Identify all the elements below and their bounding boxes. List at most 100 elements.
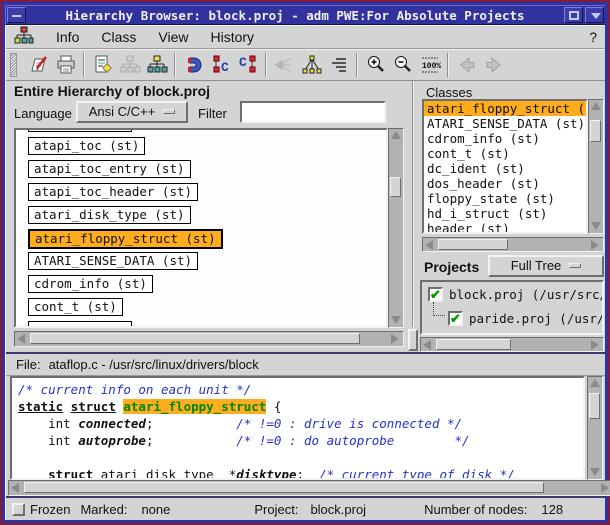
- class-list-item[interactable]: hd_i_struct (st): [424, 206, 586, 221]
- title-bar[interactable]: Hierarchy Browser: block.proj - adm PWE:…: [5, 5, 605, 25]
- scroll-up-icon[interactable]: [588, 377, 602, 390]
- scroll-down-icon[interactable]: [588, 466, 602, 479]
- print-button[interactable]: [52, 52, 79, 78]
- subclasses-button[interactable]: C: [234, 52, 261, 78]
- scroll-right-icon[interactable]: [389, 332, 403, 345]
- class-list-item[interactable]: dc_ident (st): [424, 161, 586, 176]
- bottom-scroll-row: [6, 480, 605, 496]
- option-menu-indicator-icon: [163, 109, 175, 114]
- expand-tree-icon: [301, 54, 323, 76]
- hierarchy-node[interactable]: cont_t (st): [28, 298, 123, 316]
- menu-bar: Info Class View History ?: [6, 26, 605, 49]
- project-label: Project:: [254, 502, 298, 517]
- zoom-in-button[interactable]: [362, 52, 389, 78]
- code-vertical-scrollbar[interactable]: [587, 376, 603, 480]
- code-horizontal-scrollbar[interactable]: [8, 480, 610, 496]
- scroll-down-icon[interactable]: [589, 220, 603, 233]
- work-area: Entire Hierarchy of block.proj Language …: [6, 81, 605, 352]
- hierarchy-node[interactable]: atapi_toc_entry (st): [28, 160, 191, 178]
- class-list-item[interactable]: header (st): [424, 221, 586, 234]
- document-properties-button[interactable]: [89, 52, 116, 78]
- classes-panel-title: Classes: [426, 85, 472, 100]
- scroll-left-icon[interactable]: [423, 238, 437, 251]
- align-lines-button[interactable]: [325, 52, 352, 78]
- class-list-item[interactable]: atari_floppy_struct (st: [424, 101, 586, 116]
- panel-divider: [412, 81, 414, 327]
- scrollbar-thumb[interactable]: [390, 177, 401, 197]
- hierarchy-node[interactable]: atari_disk_type (st): [28, 206, 191, 224]
- minimize-icon: [12, 15, 21, 17]
- zoom-in-icon: [365, 54, 387, 76]
- window-maximize-button[interactable]: [564, 7, 583, 23]
- menu-history[interactable]: History: [210, 29, 254, 45]
- hierarchy-canvas[interactable]: atapi_toc (st) atapi_toc_entry (st) atapi_…: [14, 128, 388, 328]
- toolbar-separator: [356, 53, 358, 77]
- edit-document-button[interactable]: [25, 52, 52, 78]
- language-dropdown[interactable]: Ansi C/C++: [76, 101, 188, 123]
- zoom-out-button[interactable]: [389, 52, 416, 78]
- filter-input[interactable]: [240, 101, 386, 123]
- scroll-right-icon[interactable]: [589, 238, 603, 251]
- class-list-item[interactable]: cdrom_info (st): [424, 131, 586, 146]
- scrollbar-thumb[interactable]: [590, 120, 601, 142]
- code-view[interactable]: /* current info on each unit */static st…: [10, 376, 585, 480]
- hierarchy-node[interactable]: atapi_toc (st): [28, 137, 145, 155]
- scroll-left-icon[interactable]: [421, 338, 435, 351]
- align-lines-icon: [328, 54, 350, 76]
- menu-help[interactable]: ?: [589, 29, 597, 45]
- scroll-right-icon[interactable]: [589, 338, 603, 351]
- hierarchy-node[interactable]: atari_floppy_struct (st): [28, 229, 223, 249]
- scroll-up-icon[interactable]: [589, 100, 603, 113]
- scrollbar-thumb[interactable]: [436, 339, 511, 350]
- hierarchy-full-button[interactable]: [143, 52, 170, 78]
- project-checkbox[interactable]: ✔: [448, 311, 463, 326]
- projects-horizontal-scrollbar[interactable]: [420, 337, 604, 352]
- menu-info[interactable]: Info: [56, 29, 79, 45]
- project-tree-item[interactable]: ✔paride.proj (/usr/src: [448, 309, 604, 329]
- project-tree-item[interactable]: ✔block.proj (/usr/src/lin: [428, 285, 604, 305]
- class-list-item[interactable]: dos_header (st): [424, 176, 586, 191]
- magnet-button[interactable]: [180, 52, 207, 78]
- superclasses-button[interactable]: C: [207, 52, 234, 78]
- app-body: Info Class View History ? CC 100% Entire …: [5, 25, 605, 520]
- window-minimize-button[interactable]: [7, 7, 26, 23]
- scrollbar-thumb[interactable]: [589, 393, 600, 419]
- scroll-right-icon[interactable]: [599, 481, 610, 494]
- hierarchy-node[interactable]: ATARI_SENSE_DATA (st): [28, 252, 198, 270]
- scroll-down-icon[interactable]: [389, 314, 403, 327]
- classes-horizontal-scrollbar[interactable]: [422, 237, 604, 252]
- history-back-icon: [456, 54, 478, 76]
- window-shade-button[interactable]: [585, 7, 604, 23]
- splitter-sash-handle[interactable]: [408, 329, 418, 351]
- menu-view[interactable]: View: [158, 29, 188, 45]
- expand-tree-button[interactable]: [298, 52, 325, 78]
- menu-class[interactable]: Class: [101, 29, 136, 45]
- project-checkbox[interactable]: ✔: [428, 287, 443, 302]
- classes-list[interactable]: atari_floppy_struct (stATARI_SENSE_DATA …: [422, 99, 588, 234]
- hierarchy-vertical-scrollbar[interactable]: [388, 128, 404, 328]
- scrollbar-thumb[interactable]: [438, 239, 508, 250]
- class-list-item[interactable]: floppy_state (st): [424, 191, 586, 206]
- scrollbar-thumb[interactable]: [24, 482, 544, 493]
- scroll-left-icon[interactable]: [9, 481, 23, 494]
- hierarchy-node[interactable]: cdrom_info (st): [28, 275, 153, 293]
- class-list-item[interactable]: ATARI_SENSE_DATA (st): [424, 116, 586, 131]
- hierarchy-node[interactable]: [28, 128, 132, 132]
- hierarchy-horizontal-scrollbar[interactable]: [14, 331, 404, 347]
- scroll-up-icon[interactable]: [389, 129, 403, 142]
- frozen-label: Frozen: [30, 502, 70, 517]
- hierarchy-node[interactable]: [28, 321, 132, 328]
- scroll-left-icon[interactable]: [15, 332, 29, 345]
- projects-view-dropdown[interactable]: Full Tree: [488, 255, 604, 277]
- hierarchy-node[interactable]: atapi_toc_header (st): [28, 183, 198, 201]
- code-line: int connected; /* !=0 : drive is connect…: [18, 415, 577, 432]
- scrollbar-thumb[interactable]: [30, 333, 360, 344]
- frozen-checkbox[interactable]: [12, 503, 25, 516]
- shade-icon: [591, 13, 601, 19]
- classes-vertical-scrollbar[interactable]: [588, 99, 604, 234]
- toolbar-grip-handle[interactable]: [10, 53, 17, 77]
- zoom-100-button[interactable]: 100%: [416, 52, 443, 78]
- svg-text:C: C: [239, 55, 247, 70]
- class-list-item[interactable]: cont_t (st): [424, 146, 586, 161]
- projects-tree[interactable]: ✔block.proj (/usr/src/lin ✔paride.proj (/…: [420, 280, 604, 335]
